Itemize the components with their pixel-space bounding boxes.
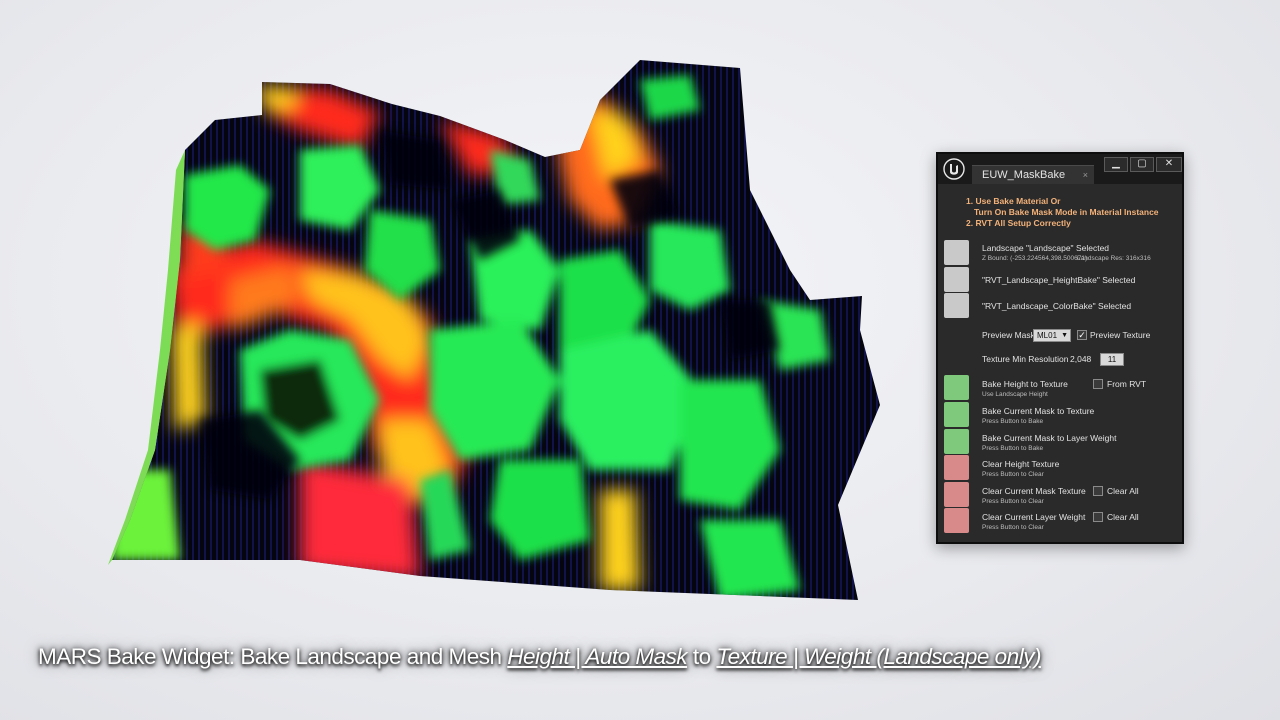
action-hint: Press Button to Clear (982, 498, 1044, 505)
clear-all-mask-label: Clear All (1107, 486, 1139, 496)
status-swatch[interactable] (944, 267, 969, 292)
preview-texture-checkbox[interactable]: ✓ (1077, 330, 1087, 340)
action-title: Bake Current Mask to Texture (982, 406, 1095, 416)
status-z-bound: Z Bound: (-253.224564,398.500671) (982, 255, 1088, 262)
action-hint: Press Button to Bake (982, 418, 1044, 425)
clear-all-weight-checkbox[interactable] (1093, 512, 1103, 522)
clear-mask-button[interactable] (944, 482, 969, 507)
action-title: Clear Current Mask Texture (982, 486, 1086, 496)
3d-viewport[interactable]: EUW_MaskBake × ▁ ▢ ✕ 1. Use Bake Materia… (0, 0, 1280, 720)
maximize-button[interactable]: ▢ (1130, 157, 1154, 172)
widget-content: 1. Use Bake Material Or Turn On Bake Mas… (938, 184, 1182, 542)
preview-mask-dropdown[interactable]: ML01 ▼ (1033, 329, 1071, 342)
status-landscape-res: Landscape Res: 316x316 (1077, 255, 1151, 262)
action-title: Clear Current Layer Weight (982, 512, 1086, 522)
mask-bake-widget-window[interactable]: EUW_MaskBake × ▁ ▢ ✕ 1. Use Bake Materia… (936, 152, 1184, 544)
action-hint: Press Button to Bake (982, 445, 1044, 452)
bake-mask-texture-button[interactable] (944, 402, 969, 427)
status-landscape: Landscape "Landscape" Selected (982, 243, 1110, 253)
bake-mask-weight-button[interactable] (944, 429, 969, 454)
tab-close-icon[interactable]: × (1083, 166, 1088, 185)
window-titlebar[interactable]: EUW_MaskBake × ▁ ▢ ✕ (938, 154, 1182, 184)
preview-mask-label: Preview Mask (982, 330, 1035, 340)
video-caption: MARS Bake Widget: Bake Landscape and Mes… (38, 644, 1041, 670)
action-title: Bake Height to Texture (982, 379, 1068, 389)
clear-all-weight-label: Clear All (1107, 512, 1139, 522)
from-rvt-label: From RVT (1107, 379, 1147, 389)
clear-all-mask-checkbox[interactable] (1093, 486, 1103, 496)
clear-height-button[interactable] (944, 455, 969, 480)
action-hint: Press Button to Clear (982, 524, 1044, 531)
preview-texture-label: Preview Texture (1090, 330, 1151, 340)
caption-part-2: Height | Auto Mask (507, 644, 688, 669)
status-height-bake: "RVT_Landscape_HeightBake" Selected (982, 275, 1136, 285)
instruction-line-1: 1. Use Bake Material Or (966, 196, 1061, 206)
chevron-down-icon: ▼ (1061, 332, 1068, 339)
action-title: Bake Current Mask to Layer Weight (982, 433, 1117, 443)
status-swatch[interactable] (944, 240, 969, 265)
minimize-button[interactable]: ▁ (1104, 157, 1128, 172)
clear-weight-button[interactable] (944, 508, 969, 533)
status-color-bake: "RVT_Landscape_ColorBake" Selected (982, 301, 1132, 311)
tab-title: EUW_MaskBake (982, 169, 1066, 181)
caption-part-4: Texture | Weight (Landscape only) (716, 644, 1041, 669)
caption-part-1: MARS Bake Widget: Bake Landscape and Mes… (38, 644, 508, 669)
close-button[interactable]: ✕ (1156, 157, 1182, 172)
unreal-logo-icon (943, 158, 965, 180)
instruction-line-3: 2. RVT All Setup Correctly (966, 218, 1071, 228)
resolution-spinner[interactable]: 11 (1100, 353, 1124, 366)
action-title: Clear Height Texture (982, 459, 1060, 469)
preview-mask-value: ML01 (1037, 331, 1058, 340)
resolution-value: 2,048 (1070, 354, 1092, 364)
instruction-line-2: Turn On Bake Mask Mode in Material Insta… (974, 207, 1159, 217)
tab-euw-maskbake[interactable]: EUW_MaskBake × (972, 165, 1094, 184)
status-swatch[interactable] (944, 293, 969, 318)
caption-part-3: to (687, 644, 717, 669)
from-rvt-checkbox[interactable] (1093, 379, 1103, 389)
action-hint: Use Landscape Height (982, 391, 1048, 398)
bake-height-button[interactable] (944, 375, 969, 400)
resolution-label: Texture Min Resolution (982, 354, 1069, 364)
action-hint: Press Button to Clear (982, 471, 1044, 478)
